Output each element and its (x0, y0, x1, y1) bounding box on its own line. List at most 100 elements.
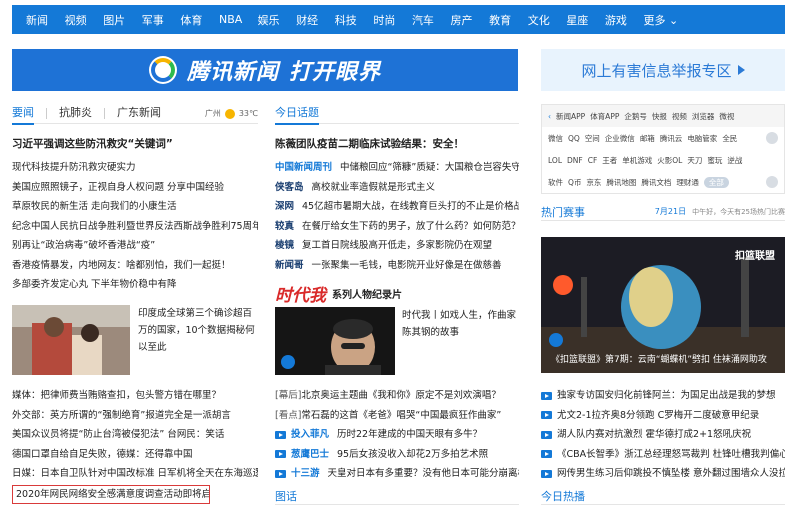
link-item[interactable]: 电脑管家 (687, 133, 717, 144)
video-link[interactable]: 十三游 天皇对日本有多重要？没有他日本可能分崩离析 (275, 464, 519, 484)
nav-tech[interactable]: 科技 (335, 12, 374, 28)
mid-headline[interactable]: 陈薇团队疫苗二期临床试验结果：安全！ (275, 134, 519, 154)
nav-games[interactable]: 游戏 (605, 12, 644, 28)
link-item[interactable]: 企鹅号 (624, 111, 647, 122)
link-item[interactable]: 微信 (548, 133, 563, 144)
video-link[interactable]: 葱鹰巴士 95后女孩没收入却花2万多拍艺术照 (275, 445, 519, 465)
link-item[interactable]: 逆战 (727, 155, 742, 166)
news-link[interactable]: 美国应照照镜子，正视自身人权问题 分享中国经验 (12, 178, 258, 198)
sports-link[interactable]: 尤文2-1拉齐奥8分领跑 C罗梅开二度破意甲纪录 (541, 406, 785, 426)
news-link[interactable]: 香港疫情暴发，内地网友：啥都别怕，我们一起挺！ (12, 256, 258, 276)
weather-widget[interactable]: 广州 33℃ (205, 108, 258, 119)
sports-link[interactable]: 独家专访国安归化前锋阿兰：为国足出战是我的梦想 (541, 386, 785, 406)
topic-row[interactable]: 侠客岛 高校就业率造假就是形式主义 (275, 178, 519, 198)
link-item[interactable]: 火影OL (657, 155, 682, 166)
sports-link[interactable]: 《CBA长智季》浙江总经理怒骂裁判 杜锋吐槽我判偏心 (541, 445, 785, 465)
link-item[interactable]: 体育APP (590, 111, 619, 122)
nav-nba[interactable]: NBA (219, 13, 258, 26)
all-links-button[interactable]: 全部 (703, 176, 729, 188)
tab-top-news[interactable]: 要闻 (12, 104, 34, 125)
news-link[interactable]: 日媒：日本自卫队针对中国改标准 日军机将全天在东海巡逻 (12, 464, 258, 484)
news-link[interactable]: 草原牧民的新生活 走向我们的小康生活 (12, 197, 258, 217)
tab-guangdong-news[interactable]: 广东新闻 (117, 104, 161, 124)
nav-pictures[interactable]: 图片 (103, 12, 142, 28)
tab-picture-talk[interactable]: 图话 (275, 490, 297, 503)
topic-row[interactable]: 较真 在餐厅给女生下药的男子，放了什么药？如何防范？ (275, 217, 519, 237)
link-item[interactable]: 理财通 (676, 177, 699, 188)
nav-house[interactable]: 房产 (451, 12, 490, 28)
sports-video-thumbnail[interactable]: 扣篮联盟 《扣篮联盟》第7期：云南“蝴蝶机”劈扣 住袜涌网助攻 (541, 237, 785, 373)
topic-row[interactable]: 深网 45亿超市暑期大战，在线教育巨头打的不止是价格战 (275, 197, 519, 217)
tab-today-topics[interactable]: 今日话题 (275, 104, 319, 125)
link-item[interactable]: 快报 (652, 111, 667, 122)
link-item[interactable]: DNF (567, 156, 583, 165)
tencent-news-banner[interactable]: 腾讯新闻 打开眼界 (12, 49, 518, 91)
news-link[interactable]: 德国口罩自给自足失败，德媒：还得靠中国 (12, 445, 258, 465)
link-item[interactable]: 软件 (548, 177, 563, 188)
topic-row[interactable]: 棱镜 复工首日院线股高开低走，多家影院仍在观望 (275, 236, 519, 256)
topic-row[interactable]: 中国新闻周刊 中储粮回应“筛糠”质疑：大国粮仓岂容失守 (275, 158, 519, 178)
news-link[interactable]: 别再让“政治病毒”破坏香港战“疫” (12, 236, 258, 256)
news-link[interactable]: 现代科技提升防汛救灾硬实力 (12, 158, 258, 178)
tab-hot-events[interactable]: 热门赛事 (541, 204, 585, 220)
nav-fashion[interactable]: 时尚 (373, 12, 412, 28)
play-icon (541, 391, 552, 400)
sports-link[interactable]: 网传男生练习后仰跳投不慎坠楼 意外翻过围墙众人没拉住 (541, 464, 785, 484)
link-item[interactable]: 新闻APP (556, 111, 585, 122)
nav-finance[interactable]: 财经 (296, 12, 335, 28)
link-item[interactable]: 京东 (586, 177, 601, 188)
tab-anti-pneumonia[interactable]: 抗肺炎 (59, 104, 92, 124)
link-item[interactable]: 企业微信 (605, 133, 635, 144)
link-item[interactable]: 天刀 (687, 155, 702, 166)
nav-news[interactable]: 新闻 (26, 12, 65, 28)
nav-entertainment[interactable]: 娱乐 (258, 12, 297, 28)
link-item[interactable]: QQ (568, 134, 580, 143)
settings-icon[interactable] (766, 132, 778, 144)
link-item[interactable]: LOL (548, 156, 562, 165)
news-link[interactable]: 外交部：英方所谓的“强制绝育”报道完全是一派胡言 (12, 406, 258, 426)
link-item[interactable]: 腾讯文档 (641, 177, 671, 188)
nav-video[interactable]: 视频 (65, 12, 104, 28)
series-thumbnail[interactable] (275, 307, 395, 375)
link-item[interactable]: Q币 (568, 177, 581, 188)
nav-more[interactable]: 更多 ⌄ (644, 12, 679, 28)
nav-sports[interactable]: 体育 (180, 12, 219, 28)
tab-today-hot[interactable]: 今日热播 (541, 490, 585, 503)
feature-thumbnail[interactable] (12, 305, 130, 375)
link-item[interactable]: 浏览器 (692, 111, 715, 122)
news-link[interactable]: 媒体：把律师费当贿赂查扣，包头警方错在哪里？ (12, 386, 258, 406)
sports-link[interactable]: 湖人队内赛对抗激烈 霍华德打成2+1怒吼庆祝 (541, 425, 785, 445)
link-item[interactable]: 视频 (672, 111, 687, 122)
news-link[interactable]: 美国众议员将提“防止台湾被侵犯法” 台网民：笑话 (12, 425, 258, 445)
series-desc[interactable]: 时代我丨如戏人生，作曲家陈其钢的故事 (402, 307, 520, 341)
news-link[interactable]: 纪念中国人民抗日战争胜利暨世界反法西斯战争胜利75周年 (12, 217, 258, 237)
link-item[interactable]: 微视 (719, 111, 734, 122)
link-item[interactable]: 单机游戏 (622, 155, 652, 166)
link-item[interactable]: 蜜玩 (707, 155, 722, 166)
series-header[interactable]: 时代我 系列人物纪录片 (275, 282, 519, 306)
nav-auto[interactable]: 汽车 (412, 12, 451, 28)
topic-row[interactable]: 新闻哥 一张聚集一毛钱，电影院开业好像是在做慈善 (275, 256, 519, 276)
feature-text[interactable]: 印度成全球第三个确诊超百万的国家，10个数据揭秘何以至此 (138, 305, 258, 356)
link-item[interactable]: 腾讯地图 (606, 177, 636, 188)
link-item[interactable]: 全民 (722, 133, 737, 144)
nav-culture[interactable]: 文化 (528, 12, 567, 28)
link-item[interactable]: 邮箱 (640, 133, 655, 144)
nav-education[interactable]: 教育 (489, 12, 528, 28)
nav-military[interactable]: 军事 (142, 12, 181, 28)
report-harmful-info-banner[interactable]: 网上有害信息举报专区 (541, 49, 785, 91)
topic-text: 中储粮回应“筛糠”质疑：大国粮仓岂容失守 (340, 162, 519, 173)
link-item[interactable]: 腾讯云 (660, 133, 683, 144)
link-item[interactable]: CF (588, 156, 598, 165)
video-link[interactable]: [幕后]北京奥运主题曲《我和你》原定不是刘欢演唱？ (275, 386, 519, 406)
prev-arrow-icon[interactable]: ‹ (548, 112, 551, 121)
link-item[interactable]: 空间 (585, 133, 600, 144)
expand-icon[interactable] (766, 176, 778, 188)
left-headline[interactable]: 习近平强调这些防汛救灾“关键词” (12, 134, 258, 154)
highlighted-news-link[interactable]: 2020年网民网络安全感满意度调查活动即将启动 (12, 484, 210, 504)
link-item[interactable]: 王者 (602, 155, 617, 166)
video-link[interactable]: [看点]常石磊的这首《老爸》唱哭“中国最疯狂作曲家” (275, 406, 519, 426)
nav-horoscope[interactable]: 星座 (566, 12, 605, 28)
news-link[interactable]: 多部委齐发定心丸 下半年物价稳中有降 (12, 275, 258, 295)
video-link[interactable]: 投入菲凡 历时22年建成的中国天眼有多牛？ (275, 425, 519, 445)
